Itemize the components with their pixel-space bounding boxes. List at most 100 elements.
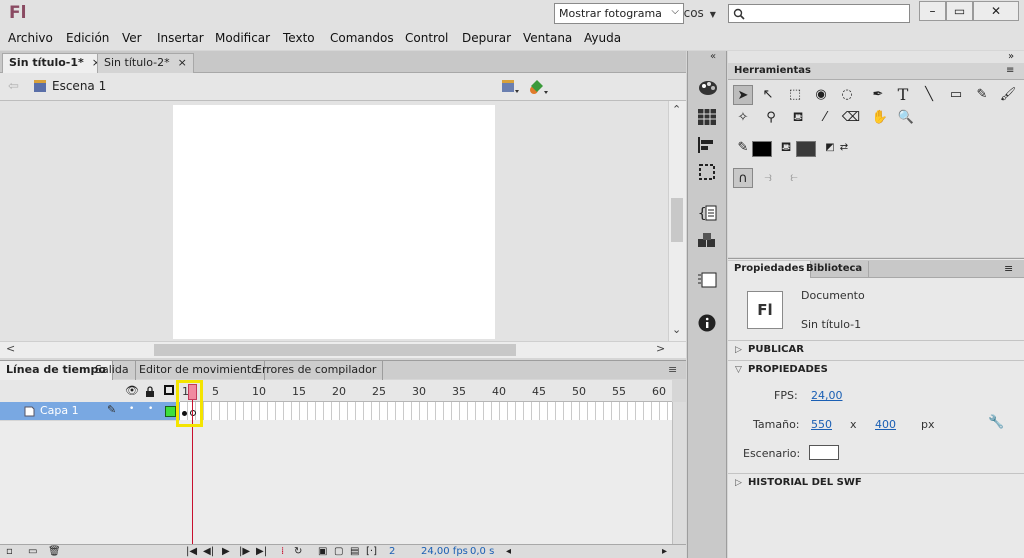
straighten-icon[interactable]: ⥼ <box>784 168 804 188</box>
layer-name[interactable]: Capa 1 <box>40 404 79 417</box>
lock-icon[interactable] <box>145 386 155 397</box>
close-icon[interactable]: × <box>178 56 187 69</box>
info-icon[interactable] <box>698 314 716 332</box>
height-value[interactable]: 400 <box>875 418 896 431</box>
paint-bucket-tool-icon[interactable]: ⛾ <box>788 108 808 128</box>
lock-dot-icon[interactable]: • <box>148 404 153 414</box>
scroll-down-icon[interactable]: ⌄ <box>672 323 681 336</box>
menu-insertar[interactable]: Insertar <box>157 31 204 45</box>
menu-ventana[interactable]: Ventana <box>523 31 572 45</box>
scroll-thumb[interactable] <box>671 198 683 242</box>
last-frame-icon[interactable]: ▶| <box>256 546 267 557</box>
eraser-tool-icon[interactable]: ⌫ <box>841 108 861 128</box>
panel-menu-icon[interactable]: ≡ <box>1004 262 1013 275</box>
first-frame-icon[interactable]: |◀ <box>186 546 197 557</box>
expand-icon[interactable]: » <box>1008 51 1014 62</box>
swatches-icon[interactable] <box>698 109 716 125</box>
menu-modificar[interactable]: Modificar <box>215 31 270 45</box>
align-icon[interactable] <box>698 137 716 153</box>
menu-depurar[interactable]: Depurar <box>462 31 511 45</box>
menu-comandos[interactable]: Comandos <box>330 31 394 45</box>
section-swf-history[interactable]: ▷ HISTORIAL DEL SWF <box>728 473 1024 492</box>
frame-cells[interactable] <box>180 402 672 420</box>
layer-row[interactable]: Capa 1 ✎ • • <box>0 402 180 420</box>
menu-control[interactable]: Control <box>405 31 448 45</box>
tab-output[interactable]: Salida <box>89 361 136 380</box>
doc-tab-1[interactable]: Sin título-1*× <box>2 53 108 73</box>
search-input[interactable] <box>728 4 910 23</box>
fill-color-swatch[interactable] <box>796 141 816 157</box>
scroll-thumb[interactable] <box>154 344 516 356</box>
layer-color-swatch[interactable] <box>165 406 176 417</box>
view-select[interactable]: Mostrar fotograma ⌵ <box>554 3 684 24</box>
section-properties[interactable]: ▽ PROPIEDADES <box>728 360 1024 379</box>
stage-vertical-scrollbar[interactable]: ⌃ ⌄ <box>668 101 686 341</box>
scroll-left-icon[interactable]: ◂ <box>506 546 511 557</box>
section-publish[interactable]: ▷ PUBLICAR <box>728 340 1024 359</box>
scroll-up-icon[interactable]: ⌃ <box>672 103 681 116</box>
pencil-tool-icon[interactable]: ✎ <box>972 85 992 105</box>
width-value[interactable]: 550 <box>811 418 832 431</box>
rectangle-tool-icon[interactable]: ▭ <box>946 85 966 105</box>
frame-ruler[interactable]: 1 5 10 15 20 25 30 35 40 45 50 55 60 <box>180 380 672 402</box>
loop-icon[interactable]: ↻ <box>294 546 302 557</box>
edit-multiple-icon[interactable]: ▤ <box>350 546 359 557</box>
hand-tool-icon[interactable]: ✋ <box>870 108 890 128</box>
scroll-right-icon[interactable]: > <box>656 342 665 355</box>
scroll-right-icon[interactable]: ▸ <box>662 546 667 557</box>
stroke-color-swatch[interactable] <box>752 141 772 157</box>
lasso-tool-icon[interactable]: ◌ <box>837 85 857 105</box>
bone-tool-icon[interactable]: ⚲ <box>761 108 781 128</box>
panel-menu-icon[interactable]: ≡ <box>1006 65 1014 76</box>
snap-to-objects-icon[interactable]: ∩ <box>733 168 753 188</box>
eye-icon[interactable]: 👁 <box>125 384 139 397</box>
new-folder-icon[interactable]: ▭ <box>28 546 37 557</box>
menu-archivo[interactable]: Archivo <box>8 31 53 45</box>
timeline-scrollbar[interactable] <box>672 402 686 544</box>
smooth-icon[interactable]: ⥽ <box>758 168 778 188</box>
onion-markers-icon[interactable]: [·] <box>366 546 377 557</box>
selection-tool-icon[interactable]: ➤ <box>733 85 753 105</box>
menu-edicion[interactable]: Edición <box>66 31 109 45</box>
minimize-button[interactable]: – <box>919 1 946 21</box>
onion-outline-icon[interactable]: ▢ <box>334 546 343 557</box>
restore-button[interactable]: ▭ <box>946 1 973 21</box>
scroll-left-icon[interactable]: < <box>6 342 15 355</box>
back-arrow-icon[interactable]: ⇦ <box>8 79 19 94</box>
tab-properties[interactable]: Propiedades <box>728 261 812 278</box>
edit-scene-icon[interactable] <box>500 78 520 94</box>
menu-ver[interactable]: Ver <box>122 31 142 45</box>
color-palette-icon[interactable] <box>698 79 718 97</box>
visibility-dot-icon[interactable]: • <box>129 404 134 414</box>
menu-texto[interactable]: Texto <box>283 31 315 45</box>
brush-tool-icon[interactable]: 🖌 <box>998 85 1018 105</box>
movie-explorer-icon[interactable] <box>698 271 718 289</box>
subselection-tool-icon[interactable]: ↖ <box>758 85 778 105</box>
actions-icon[interactable]: { <box>698 204 718 222</box>
outline-icon[interactable] <box>164 385 174 395</box>
fps-value[interactable]: 24,00 <box>811 389 843 402</box>
menu-ayuda[interactable]: Ayuda <box>584 31 621 45</box>
delete-layer-icon[interactable]: 🗑 <box>48 546 61 557</box>
stage-horizontal-scrollbar[interactable]: < > <box>0 341 686 358</box>
close-button[interactable]: ✕ <box>973 1 1019 21</box>
free-transform-tool-icon[interactable]: ⬚ <box>785 85 805 105</box>
tab-library[interactable]: Biblioteca <box>800 261 870 278</box>
tab-motion-editor[interactable]: Editor de movimiento <box>133 361 265 380</box>
timeline-frames[interactable]: 1 5 10 15 20 25 30 35 40 45 50 55 60 <box>180 380 672 544</box>
line-tool-icon[interactable]: ╲ <box>919 85 939 105</box>
transform-icon[interactable] <box>698 163 716 181</box>
panel-menu-icon[interactable]: ≡ <box>668 363 677 376</box>
next-frame-icon[interactable]: |▶ <box>239 546 250 557</box>
new-layer-icon[interactable]: ▫ <box>6 546 13 557</box>
3d-rotation-tool-icon[interactable]: ◉ <box>811 85 831 105</box>
doc-tab-2[interactable]: Sin título-2* × <box>97 53 194 73</box>
swap-colors-icon[interactable]: ⇄ <box>834 138 854 158</box>
play-icon[interactable]: ▶ <box>222 546 230 557</box>
edit-symbols-icon[interactable] <box>528 78 550 96</box>
pen-tool-icon[interactable]: ✒ <box>868 85 888 105</box>
onion-skin-icon[interactable]: ▣ <box>318 546 327 557</box>
collapse-icon[interactable]: « <box>710 51 716 62</box>
tab-compiler-errors[interactable]: Errores de compilador <box>249 361 384 380</box>
prev-frame-icon[interactable]: ◀| <box>203 546 214 557</box>
